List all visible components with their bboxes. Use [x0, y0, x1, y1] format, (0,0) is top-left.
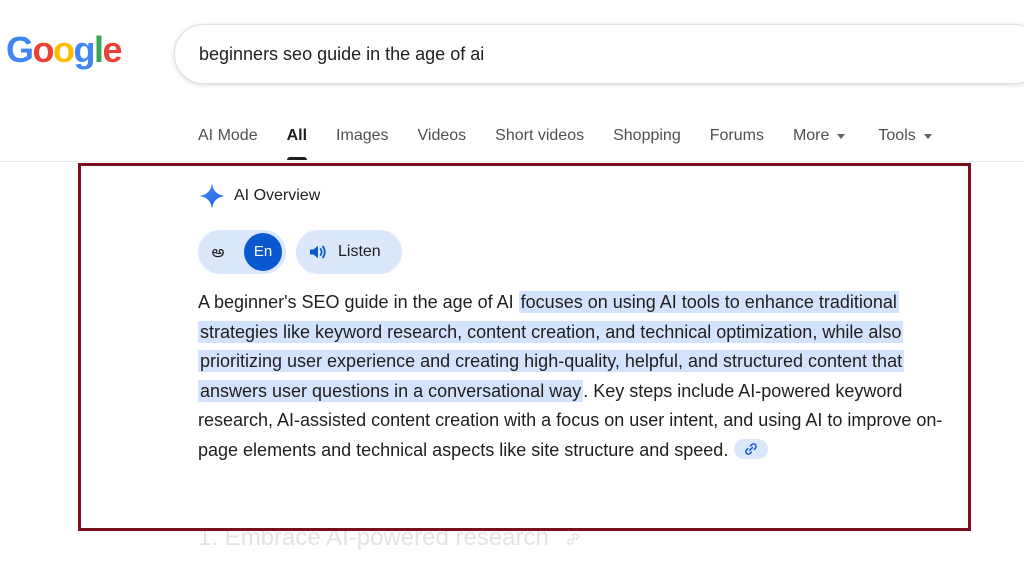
google-logo[interactable]: Google [6, 29, 123, 70]
link-icon [745, 442, 758, 455]
tools-button[interactable]: Tools [878, 120, 932, 160]
logo-letter: g [73, 29, 96, 70]
logo-letter: e [102, 29, 123, 70]
logo-letter: o [32, 29, 55, 70]
tab-short-videos[interactable]: Short videos [495, 120, 584, 160]
logo-letter: o [53, 29, 75, 70]
tab-label: Forums [709, 127, 764, 144]
gemini-spark-icon [198, 182, 226, 210]
ai-overview-title: AI Overview [234, 187, 321, 204]
link-icon [566, 525, 580, 553]
next-heading-text: 1. Embrace AI-powered research [198, 524, 549, 551]
tabs-divider [0, 161, 1024, 162]
next-section-heading: 1. Embrace AI-powered research [198, 524, 580, 553]
ai-overview-text: A beginner's SEO guide in the age of AI … [198, 288, 958, 465]
ai-text-lead: A beginner's SEO guide in the age of AI [198, 292, 519, 312]
tab-images[interactable]: Images [336, 120, 388, 160]
tab-shopping[interactable]: Shopping [613, 120, 681, 160]
caret-down-icon [923, 134, 932, 139]
language-english-option[interactable]: En [244, 233, 282, 271]
tab-videos[interactable]: Videos [418, 120, 467, 160]
tab-ai-mode[interactable]: AI Mode [198, 120, 258, 160]
language-telugu-option[interactable]: అ [206, 230, 230, 274]
listen-button[interactable]: Listen [296, 230, 402, 274]
language-toggle: అ En [198, 230, 286, 274]
search-tabs: AI Mode All Images Videos Short videos S… [198, 120, 932, 160]
tab-label: All [286, 127, 308, 144]
tab-forums[interactable]: Forums [710, 120, 764, 160]
tab-label: Short videos [495, 127, 585, 144]
logo-letter: l [94, 29, 104, 70]
tab-label: Videos [417, 127, 467, 144]
tab-all[interactable]: All [286, 120, 308, 160]
tools-label: Tools [878, 127, 916, 144]
search-box[interactable] [174, 24, 1024, 84]
tab-label: Shopping [613, 127, 681, 144]
tab-label: AI Mode [198, 127, 258, 144]
tab-label: More [792, 127, 830, 144]
tab-more[interactable]: More [792, 120, 846, 160]
ai-overview-header: AI Overview [198, 182, 320, 210]
tab-label: Images [336, 127, 389, 144]
source-link-chip[interactable] [734, 438, 769, 459]
logo-letter: G [6, 29, 34, 70]
listen-label: Listen [338, 243, 381, 260]
search-input[interactable] [199, 25, 999, 83]
caret-down-icon [837, 134, 846, 139]
speaker-icon [308, 242, 328, 262]
